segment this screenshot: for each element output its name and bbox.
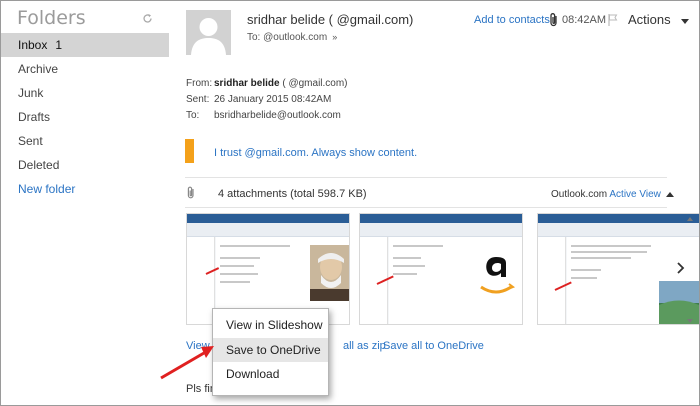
from-name: sridhar belide [214, 78, 280, 89]
folder-drafts[interactable]: Drafts [1, 105, 169, 129]
scrollbar[interactable] [685, 215, 695, 325]
thumb-text-line [220, 265, 254, 267]
thumb-text-line [571, 245, 651, 247]
thumb-text-line [571, 269, 601, 271]
thumb-text-line [393, 245, 443, 247]
thumb-text-line [220, 245, 290, 247]
menu-view-in-slideshow[interactable]: View in Slideshow [213, 313, 328, 337]
menu-save-to-onedrive[interactable]: Save to OneDrive [213, 338, 328, 362]
thumb-sidebar [538, 237, 566, 324]
actions-menu-button[interactable]: Actions [628, 12, 671, 27]
thumb-sidebar [187, 237, 215, 324]
folder-archive[interactable]: Archive [1, 57, 169, 81]
thumb-toolbar [187, 223, 349, 237]
folder-label: Sent [18, 134, 43, 148]
thumb-body [554, 237, 699, 324]
folder-inbox[interactable]: Inbox 1 [1, 33, 169, 57]
folders-sidebar: Folders Inbox 1 Archive Junk Drafts Sent … [1, 1, 169, 405]
folder-deleted[interactable]: Deleted [1, 153, 169, 177]
sidebar-header: Folders [1, 1, 169, 37]
folders-title: Folders [17, 7, 86, 29]
amazon-logo-image [473, 247, 519, 303]
to-row: To: bsridharbelide@outlook.com [186, 110, 341, 121]
new-folder-link[interactable]: New folder [1, 177, 169, 201]
thumb-toolbar [538, 223, 699, 237]
to-label: To: [186, 110, 200, 121]
menu-download[interactable]: Download [213, 362, 328, 386]
outlook-window: Folders Inbox 1 Archive Junk Drafts Sent … [0, 0, 700, 406]
active-view-link[interactable]: Active View [609, 189, 661, 200]
thumb-titlebar [187, 214, 349, 223]
to-value: bsridharbelide@outlook.com [214, 110, 341, 121]
trust-sender-link[interactable]: I trust @gmail.com. Always show content. [214, 147, 417, 159]
outlook-label: Outlook.com [551, 189, 608, 200]
unread-count: 1 [55, 38, 63, 52]
warning-bar [185, 139, 194, 163]
flag-icon[interactable] [608, 14, 618, 26]
attachment-context-menu: View in Slideshow Save to OneDrive Downl… [212, 308, 329, 396]
refresh-icon[interactable] [142, 13, 153, 24]
thumb-toolbar [360, 223, 522, 237]
paperclip-icon [550, 13, 557, 27]
folder-sent[interactable]: Sent [1, 129, 169, 153]
sent-label: Sent: [186, 94, 210, 105]
folder-label: Junk [18, 86, 44, 100]
attachment-thumbnail[interactable] [359, 213, 523, 325]
thumb-text-line [393, 257, 421, 259]
thumb-text-line [571, 251, 647, 253]
divider [185, 207, 667, 208]
attachment-thumbnail[interactable] [537, 213, 699, 325]
thumb-text-line [220, 281, 250, 283]
sent-value: 26 January 2015 08:42AM [214, 94, 332, 105]
from-row: From: sridhar belide ( @gmail.com) [186, 78, 348, 89]
thumb-body [376, 237, 522, 324]
folder-label: Deleted [18, 158, 60, 172]
thumb-text-line [220, 257, 260, 259]
thumb-text-line [220, 273, 258, 275]
thumb-titlebar [538, 214, 699, 223]
recipient-text: To: @outlook.com [247, 32, 328, 43]
sender-avatar [186, 10, 231, 55]
folder-label: Inbox [18, 38, 48, 52]
attachments-summary: 4 attachments (total 598.7 KB) [218, 188, 367, 200]
from-label: From: [186, 78, 213, 89]
collapse-attachments-icon[interactable] [666, 192, 674, 197]
thumb-text-line [393, 273, 417, 275]
folder-label: Archive [18, 62, 59, 76]
attachment-view-selector: Outlook.com Active View [551, 189, 661, 200]
sender-name: sridhar belide ( @gmail.com) [247, 12, 414, 27]
expand-recipients-icon[interactable]: » [332, 32, 337, 42]
download-all-zip-link[interactable]: all as zip [343, 340, 386, 352]
divider [185, 177, 667, 178]
message-time: 08:42AM [562, 14, 607, 26]
folder-label: Drafts [18, 110, 51, 124]
chevron-down-icon[interactable] [681, 19, 689, 24]
portrait-image [310, 245, 349, 301]
paperclip-icon [187, 186, 194, 199]
recipient-line: To: @outlook.com » [247, 32, 337, 43]
sent-row: Sent: 26 January 2015 08:42AM [186, 94, 331, 105]
save-all-onedrive-link[interactable]: Save all to OneDrive [383, 340, 484, 352]
add-to-contacts-link[interactable]: Add to contacts [474, 14, 550, 26]
folder-junk[interactable]: Junk [1, 81, 169, 105]
thumb-text-line [393, 265, 425, 267]
thumb-titlebar [360, 214, 522, 223]
person-icon [191, 18, 226, 55]
thumb-text-line [571, 257, 631, 259]
thumb-text-line [571, 277, 597, 279]
from-email: ( @gmail.com) [279, 78, 348, 89]
